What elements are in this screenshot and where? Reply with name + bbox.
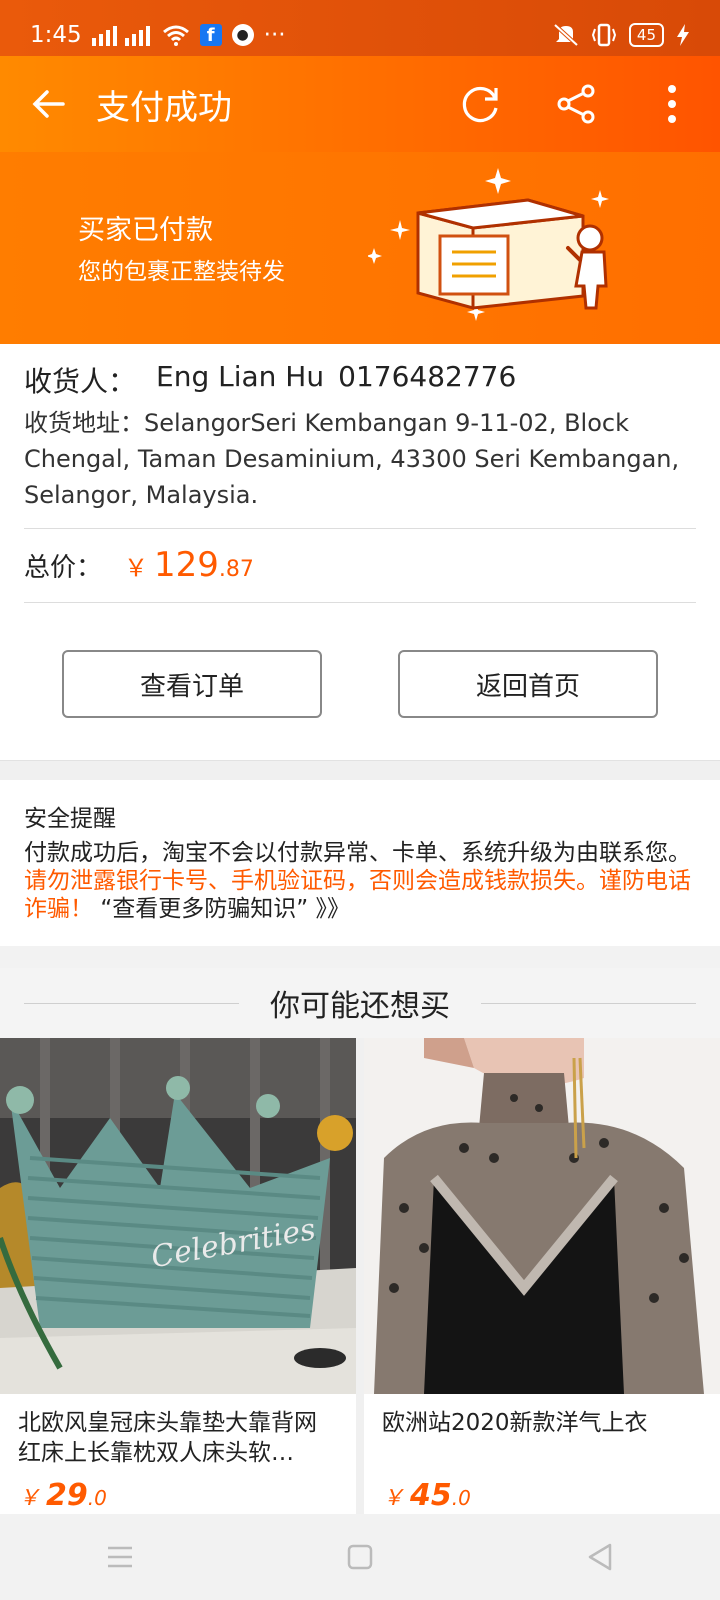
section-separator [0,946,720,968]
reddit-icon: ● [231,24,254,46]
product-title: 欧洲站2020新款洋气上衣 [382,1410,648,1436]
payment-status-banner: 买家已付款 您的包裹正整装待发 [0,152,720,344]
product-grid: Celebrities 北欧风皇冠床头靠垫大靠背网红床上长靠枕双人床头软… ￥ … [0,1038,720,1514]
view-order-button[interactable]: 查看订单 [62,650,322,718]
section-separator [0,760,720,780]
app-bar: 支付成功 [0,56,720,152]
vibrate-icon [591,23,616,47]
price-integer: 129 [154,545,219,585]
back-triangle-icon [588,1543,612,1571]
share-icon [557,84,595,124]
status-right: 45 [553,23,690,47]
refresh-icon [462,86,498,123]
price-decimal: .87 [218,557,254,582]
menu-nav-button[interactable] [75,1527,165,1587]
home-square-icon [347,1544,373,1570]
product-card[interactable]: 欧洲站2020新款洋气上衣 ￥ 45 .0 [364,1038,720,1514]
product-card[interactable]: Celebrities 北欧风皇冠床头靠垫大靠背网红床上长靠枕双人床头软… ￥ … [0,1038,356,1514]
product-title: 北欧风皇冠床头靠垫大靠背网红床上长靠枕双人床头软… [18,1410,317,1466]
package-illustration [368,168,609,321]
receiver-label: 收货人： [24,365,137,398]
product-image [364,1038,720,1394]
currency-symbol: ￥ [382,1486,405,1511]
currency-symbol: ￥ [18,1486,41,1511]
back-button[interactable] [0,56,96,152]
back-home-button[interactable]: 返回首页 [398,650,658,718]
price-decimal: .0 [451,1486,471,1510]
recommendations-title: 你可能还想买 [270,989,450,1024]
price-integer: 29 [46,1478,88,1513]
receiver-name: Eng Lian Hu [156,360,325,393]
total-label: 总价： [24,553,103,583]
battery-indicator: 45 [628,23,664,47]
safety-title: 安全提醒 [24,806,116,832]
divider [24,528,696,529]
refresh-button[interactable] [432,56,528,152]
divider [24,602,696,603]
product-price: ￥ 29 .0 [18,1478,107,1513]
banner-title: 买家已付款 [78,215,213,246]
status-left: 1:45 f ● ··· [30,22,286,48]
status-time: 1:45 [30,22,82,48]
price-decimal: .0 [87,1486,107,1510]
share-button[interactable] [528,56,624,152]
address-label: 收货地址： [24,409,144,437]
header-line-right [481,1003,696,1004]
more-vertical-icon [668,85,676,123]
signal-icon [91,26,150,46]
banner-subtitle: 您的包裹正整装待发 [78,259,285,285]
header-line-left [24,1003,239,1004]
system-nav-bar [0,1514,720,1600]
receiver-line: 收货人： Eng Lian Hu 0176482776 [24,360,516,400]
product-image: Celebrities [0,1038,356,1394]
receiver-phone: 0176482776 [338,360,517,393]
facebook-icon: f [199,24,222,46]
anti-fraud-link[interactable]: “查看更多防骗知识” 》》 [100,896,350,922]
menu-icon [108,1546,132,1568]
safety-text: 付款成功后，淘宝不会以付款异常、卡单、系统升级为由联系您。 [24,840,691,866]
price-integer: 45 [410,1478,452,1513]
recommendations-header: 你可能还想买 [0,968,720,1038]
total-price-row: 总价： ￥ 129 .87 [24,545,254,593]
mute-icon [553,23,579,47]
charging-icon [677,24,689,46]
overflow-dots: ··· [263,22,286,48]
more-button[interactable] [624,56,720,152]
back-nav-button[interactable] [555,1527,645,1587]
currency-symbol: ￥ [124,554,149,582]
product-price: ￥ 45 .0 [382,1478,471,1513]
shipping-address: 收货地址：SelangorSeri Kembangan 9-11-02, Blo… [24,405,704,513]
wifi-icon [162,25,189,46]
safety-notice: 安全提醒 付款成功后，淘宝不会以付款异常、卡单、系统升级为由联系您。请勿泄露银行… [24,805,704,923]
home-nav-button[interactable] [315,1527,405,1587]
app-bar-actions [432,56,720,152]
page-title: 支付成功 [96,87,232,128]
back-arrow-icon [32,90,65,118]
